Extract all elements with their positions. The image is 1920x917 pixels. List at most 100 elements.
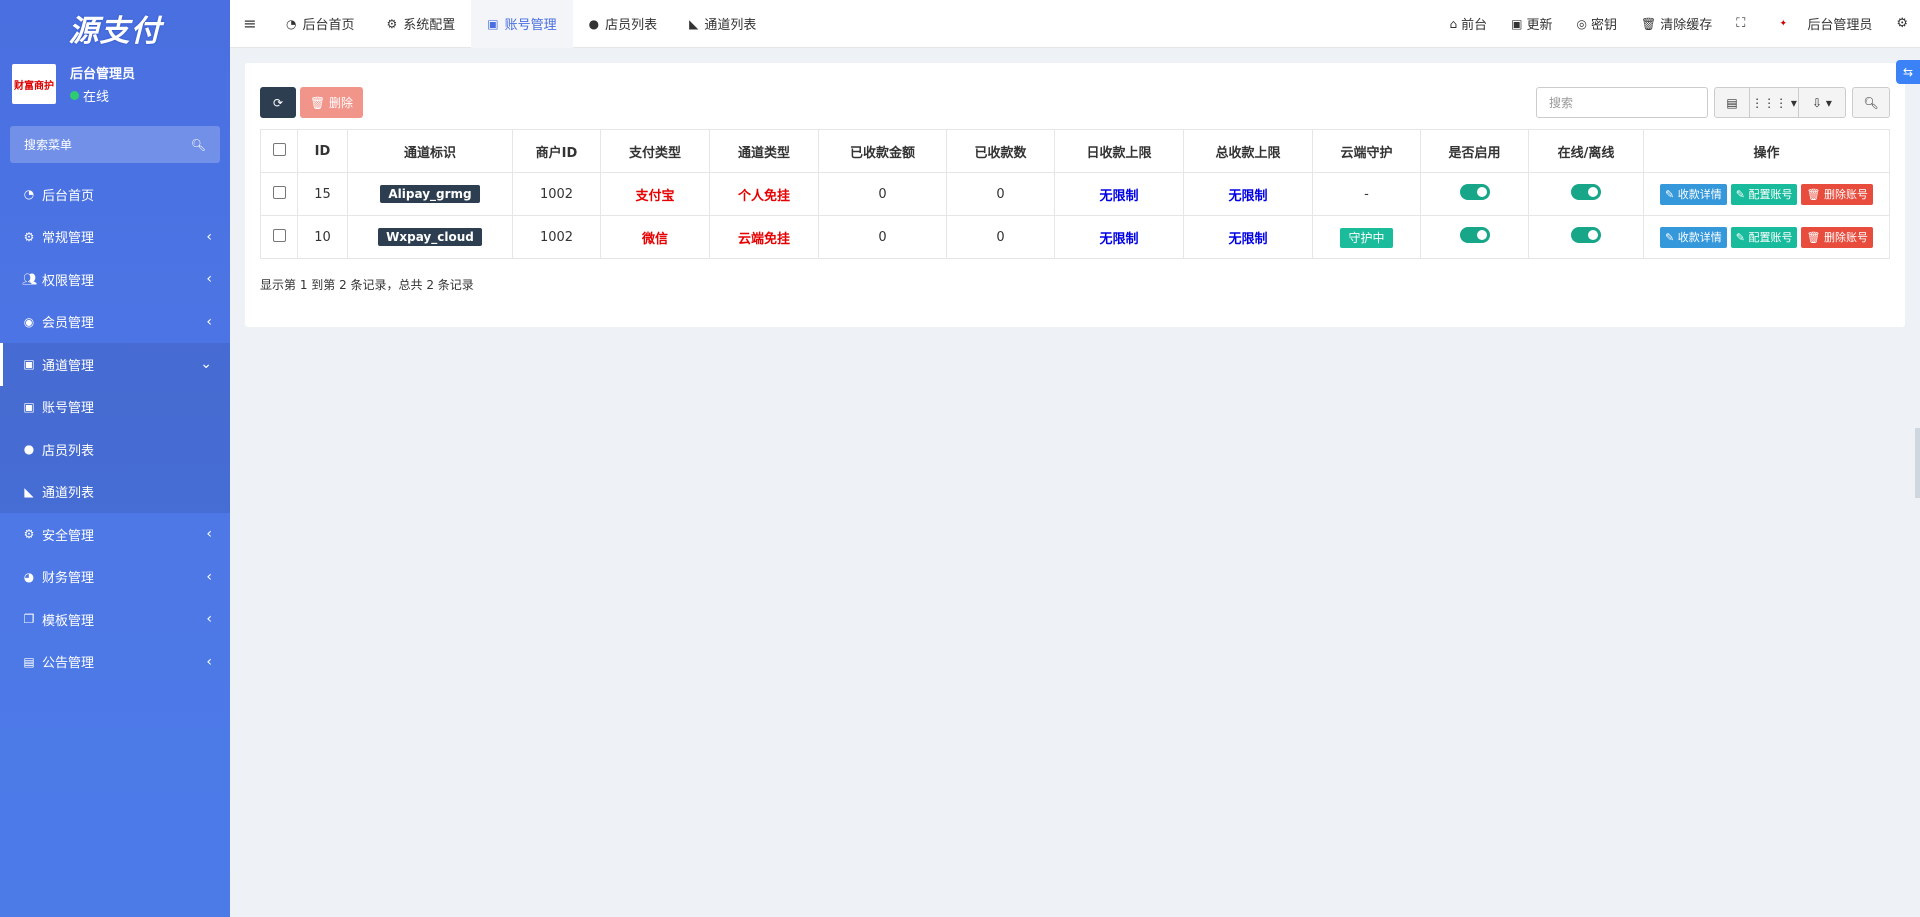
chevron-left-icon: ‹ [206, 228, 212, 245]
sidebar-item-staff[interactable]: ● 店员列表 [0, 428, 230, 471]
tab-dashboard[interactable]: ◔ 后台首页 [270, 0, 371, 48]
cell-id: 15 [297, 172, 348, 216]
header-amount[interactable]: 已收款金额 [818, 129, 947, 173]
header-enabled[interactable]: 是否启用 [1420, 129, 1529, 173]
tab-label: 后台首页 [302, 18, 355, 33]
export-button[interactable]: ⇩ ▾ [1798, 87, 1846, 118]
cell-channel: Alipay_grmg [347, 172, 513, 216]
trash-icon: 🗑︎ [1806, 230, 1821, 244]
sidebar-item-label: 模板管理 [42, 613, 95, 629]
admin-menu[interactable]: ✦ 后台管理员 [1757, 11, 1884, 36]
scroll-handle[interactable] [1915, 428, 1920, 498]
top-navbar: ≡ ◔ 后台首页 ⚙ 系统配置 ▣ 账号管理 ● 店员列表 ◣ 通道列表 ⌂ 前台 ▣ 更新 … [230, 0, 1920, 48]
header-pay-type[interactable]: 支付类型 [600, 129, 710, 173]
tab-system-config[interactable]: ⚙ 系统配置 [371, 0, 472, 48]
search-icon: 🔍︎ [190, 137, 206, 152]
sidebar-item-finance[interactable]: ◕ 财务管理 ‹ [0, 556, 230, 599]
cell-guard: 守护中 [1312, 215, 1421, 259]
detail-button[interactable]: ✎ 收款详情 [1660, 226, 1727, 248]
account-icon: ▣ [23, 399, 35, 414]
cell-actions: ✎ 收款详情 ✎ 配置账号 🗑︎ 删除账号 [1643, 172, 1890, 216]
sidebar-item-channel-list[interactable]: ◣ 通道列表 [0, 471, 230, 514]
header-channel-type[interactable]: 通道类型 [709, 129, 819, 173]
translate-widget-icon[interactable]: ⇆ [1896, 60, 1920, 84]
pagination-info: 显示第 1 到第 2 条记录，总共 2 条记录 [260, 278, 474, 292]
user-name: 后台管理员 [70, 67, 136, 82]
cell-merchant: 1002 [512, 172, 601, 216]
total-limit-text: 无限制 [1228, 188, 1268, 204]
row-checkbox[interactable] [272, 185, 286, 199]
avatar: 财富商护 [12, 64, 56, 104]
sidebar-item-template[interactable]: ❐ 模板管理 ‹ [0, 598, 230, 641]
tab-staff[interactable]: ● 店员列表 [573, 0, 674, 48]
tab-label: 系统配置 [403, 18, 456, 33]
sidebar-item-channel[interactable]: ▣ 通道管理 ⌄ [0, 343, 230, 386]
clear-cache-link[interactable]: 🗑︎ 清除缓存 [1629, 14, 1724, 34]
columns-button[interactable]: ⋮⋮⋮ ▾ [1750, 87, 1798, 118]
columns-icon: ⋮⋮⋮ ▾ [1751, 95, 1797, 110]
header-count[interactable]: 已收款数 [946, 129, 1055, 173]
total-limit-text: 无限制 [1228, 231, 1268, 247]
delete-account-button[interactable]: 🗑︎ 删除账号 [1801, 226, 1873, 248]
sidebar-item-general[interactable]: ⚙ 常规管理 ‹ [0, 216, 230, 259]
online-toggle[interactable] [1571, 227, 1601, 243]
fullscreen-icon[interactable]: ⛶ [1724, 16, 1757, 31]
cell-enabled [1420, 172, 1529, 216]
detail-button[interactable]: ✎ 收款详情 [1660, 183, 1727, 205]
sidebar-item-label: 公告管理 [42, 656, 95, 672]
refresh-button[interactable]: ⟳ [260, 87, 296, 118]
delete-account-label: 删除账号 [1823, 188, 1868, 201]
header-day-limit[interactable]: 日收款上限 [1054, 129, 1184, 173]
delete-account-button[interactable]: 🗑︎ 删除账号 [1801, 183, 1873, 205]
delete-button[interactable]: 🗑︎ 删除 [300, 87, 363, 118]
sidebar-item-auth[interactable]: 👥︎ 权限管理 ‹ [0, 258, 230, 301]
sidebar-item-label: 财务管理 [42, 571, 95, 587]
menu-toggle-icon[interactable]: ≡ [230, 14, 270, 33]
pay-type-text: 支付宝 [635, 188, 675, 204]
sidebar-item-notice[interactable]: ▤ 公告管理 ‹ [0, 641, 230, 684]
content-panel: ⟳ 🗑︎ 删除 搜索 ▤ ⋮⋮⋮ ▾ ⇩ ▾ 🔍︎ ID 通道标识 商户ID 支… [245, 63, 1905, 327]
user-panel: 财富商护 后台管理员 在线 [0, 58, 230, 110]
cell-online [1528, 215, 1644, 259]
header-merchant[interactable]: 商户ID [512, 129, 601, 173]
tab-account[interactable]: ▣ 账号管理 [471, 0, 573, 48]
header-online[interactable]: 在线/离线 [1528, 129, 1644, 173]
toggle-view-button[interactable]: ▤ [1714, 87, 1750, 118]
header-total-limit[interactable]: 总收款上限 [1183, 129, 1313, 173]
enabled-toggle[interactable] [1459, 184, 1490, 200]
sidebar-item-account[interactable]: ▣ 账号管理 [0, 386, 230, 429]
tab-label: 店员列表 [605, 18, 658, 33]
online-toggle[interactable] [1571, 184, 1601, 200]
search-placeholder: 搜索 [1549, 96, 1574, 110]
logo[interactable]: 源支付 [0, 0, 230, 56]
config-button[interactable]: ✎ 配置账号 [1730, 226, 1798, 248]
sidebar-item-member[interactable]: ◉ 会员管理 ‹ [0, 301, 230, 344]
header-channel[interactable]: 通道标识 [347, 129, 513, 173]
tab-channel-list[interactable]: ◣ 通道列表 [673, 0, 772, 48]
sidebar-item-dashboard[interactable]: ◔ 后台首页 [0, 173, 230, 216]
select-all-checkbox[interactable] [272, 142, 286, 156]
row-checkbox[interactable] [272, 228, 286, 242]
search-button[interactable]: 🔍︎ [1852, 87, 1890, 118]
sidebar-item-label: 会员管理 [42, 316, 95, 332]
channel-type-text: 云端免挂 [737, 231, 790, 247]
logo-text: 源支付 [68, 14, 162, 49]
update-link[interactable]: ▣ 更新 [1499, 14, 1564, 34]
cell-amount: 0 [818, 172, 947, 216]
header-id[interactable]: ID [297, 129, 348, 173]
cogs-icon[interactable]: ⚙ [1884, 16, 1920, 31]
menu-search[interactable]: 搜索菜单 🔍︎ [10, 126, 220, 163]
frontend-link[interactable]: ⌂ 前台 [1437, 14, 1499, 34]
config-button[interactable]: ✎ 配置账号 [1730, 183, 1798, 205]
wechat-icon: ● [588, 16, 600, 31]
enabled-toggle[interactable] [1459, 227, 1490, 243]
key-icon: ◎ [1576, 16, 1587, 31]
chevron-left-icon: ‹ [206, 568, 212, 585]
search-input[interactable]: 搜索 [1536, 87, 1708, 118]
trash-icon: 🗑︎ [309, 95, 326, 110]
cell-count: 0 [946, 215, 1055, 259]
key-link[interactable]: ◎ 密钥 [1564, 14, 1629, 34]
header-guard[interactable]: 云端守护 [1312, 129, 1421, 173]
sidebar-item-security[interactable]: ⚙ 安全管理 ‹ [0, 513, 230, 556]
online-dot-icon [70, 91, 79, 100]
